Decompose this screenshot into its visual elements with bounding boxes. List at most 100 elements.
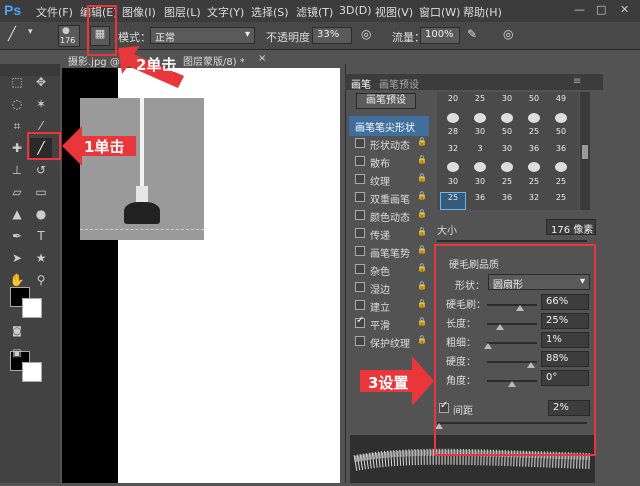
lock-icon[interactable]: 🔒: [417, 263, 427, 272]
lock-icon[interactable]: 🔒: [417, 227, 427, 236]
option-checkbox[interactable]: [355, 156, 365, 166]
screen-mode-icon[interactable]: ▣: [6, 344, 28, 364]
lock-icon[interactable]: 🔒: [417, 299, 427, 308]
option-checkbox[interactable]: [355, 192, 365, 202]
lock-icon[interactable]: 🔒: [417, 245, 427, 254]
menu-filter[interactable]: 滤镜(T): [296, 4, 333, 20]
magic-wand-icon[interactable]: ✶: [30, 94, 52, 114]
lock-icon[interactable]: 🔒: [417, 173, 427, 182]
brush-tip[interactable]: 28: [441, 127, 465, 143]
chevron-down-icon[interactable]: ▾: [28, 27, 33, 37]
brush-tip[interactable]: [468, 111, 492, 127]
brush-presets-button[interactable]: 画笔预设: [356, 93, 416, 109]
panel-menu-icon[interactable]: ≡: [573, 76, 581, 87]
brush-tip[interactable]: 36: [522, 144, 546, 160]
brush-tip[interactable]: 3: [468, 144, 492, 160]
brush-tip[interactable]: 30: [495, 94, 519, 110]
option-row[interactable]: 形状动态 🔒: [349, 134, 429, 154]
brush-tip[interactable]: [441, 160, 465, 176]
opacity-input[interactable]: 33%: [312, 27, 352, 44]
maximize-icon[interactable]: □: [596, 3, 606, 16]
option-checkbox[interactable]: [355, 174, 365, 184]
lock-icon[interactable]: 🔒: [417, 137, 427, 146]
option-row[interactable]: 颜色动态 🔒: [349, 206, 429, 226]
blur-tool-icon[interactable]: ▲: [6, 204, 28, 224]
mode-select[interactable]: 正常 ▾: [150, 27, 255, 44]
option-checkbox[interactable]: [355, 138, 365, 148]
brush-tip[interactable]: 25: [440, 192, 466, 210]
brush-tip[interactable]: 30: [441, 177, 465, 193]
minimize-icon[interactable]: —: [574, 3, 585, 16]
brush-tip[interactable]: 30: [495, 144, 519, 160]
lasso-tool-icon[interactable]: ◌: [6, 94, 28, 114]
option-row[interactable]: 保护纹理 🔒: [349, 332, 429, 352]
brush-tip[interactable]: [549, 160, 573, 176]
pressure-opacity-icon[interactable]: ◎: [361, 27, 371, 41]
option-checkbox[interactable]: [355, 210, 365, 220]
option-row[interactable]: 湿边 🔒: [349, 278, 429, 298]
quick-mask-icon[interactable]: ◙: [6, 322, 28, 342]
lock-icon[interactable]: 🔒: [417, 155, 427, 164]
option-row[interactable]: ✓ 平滑 🔒: [349, 314, 429, 334]
option-checkbox[interactable]: [355, 228, 365, 238]
brush-tool-icon[interactable]: ╱: [8, 27, 16, 42]
lock-icon[interactable]: 🔒: [417, 335, 427, 344]
option-checkbox[interactable]: [355, 300, 365, 310]
shape-tool-icon[interactable]: ★: [30, 248, 52, 268]
tab-brush-presets[interactable]: 画笔预设: [379, 76, 419, 91]
history-brush-icon[interactable]: ↺: [30, 160, 52, 180]
menu-help[interactable]: 帮助(H): [463, 4, 502, 20]
lock-icon[interactable]: 🔒: [417, 317, 427, 326]
size-input[interactable]: 176 像素: [546, 219, 596, 236]
brush-grid-scroll-thumb[interactable]: [582, 145, 588, 159]
brush-tip[interactable]: 25: [549, 177, 573, 193]
size-slider[interactable]: [437, 240, 587, 242]
brush-tip[interactable]: [549, 111, 573, 127]
menu-view[interactable]: 视图(V): [375, 4, 413, 20]
brush-tip[interactable]: 25: [522, 127, 546, 143]
brush-tip[interactable]: 50: [522, 94, 546, 110]
menu-type[interactable]: 文字(Y): [207, 4, 244, 20]
gradient-tool-icon[interactable]: ▭: [30, 182, 52, 202]
brush-tip[interactable]: 25: [495, 177, 519, 193]
type-tool-icon[interactable]: T: [30, 226, 52, 246]
option-checkbox[interactable]: [355, 246, 365, 256]
option-checkbox[interactable]: [355, 336, 365, 346]
brush-tip[interactable]: [441, 111, 465, 127]
brush-tip[interactable]: 25: [522, 177, 546, 193]
brush-tip[interactable]: [468, 160, 492, 176]
option-checkbox[interactable]: ✓: [355, 315, 365, 328]
brush-tip[interactable]: 20: [441, 94, 465, 110]
option-row[interactable]: 画笔笔势 🔒: [349, 242, 429, 262]
brush-tip[interactable]: 50: [549, 127, 573, 143]
option-row[interactable]: 散布 🔒: [349, 152, 429, 172]
menu-file[interactable]: 文件(F): [36, 4, 73, 20]
menu-select[interactable]: 选择(S): [251, 4, 289, 20]
option-row[interactable]: 纹理 🔒: [349, 170, 429, 190]
stamp-tool-icon[interactable]: ⊥: [6, 160, 28, 180]
brush-tip[interactable]: 32: [522, 193, 546, 209]
brush-tip[interactable]: 50: [495, 127, 519, 143]
option-row[interactable]: 建立 🔒: [349, 296, 429, 316]
healing-brush-icon[interactable]: ✚: [6, 138, 28, 158]
close-icon[interactable]: ✕: [620, 3, 629, 16]
brush-tip[interactable]: [522, 111, 546, 127]
option-checkbox[interactable]: [355, 282, 365, 292]
menu-3d[interactable]: 3D(D): [339, 4, 372, 17]
lock-icon[interactable]: 🔒: [417, 191, 427, 200]
brush-tip[interactable]: 36: [495, 193, 519, 209]
menu-window[interactable]: 窗口(W): [419, 4, 460, 20]
background-color-swatch[interactable]: [22, 362, 42, 382]
option-checkbox[interactable]: [355, 264, 365, 274]
menu-layer[interactable]: 图层(L): [164, 4, 201, 20]
crop-tool-icon[interactable]: ⌗: [6, 116, 28, 136]
brush-tip[interactable]: 49: [549, 94, 573, 110]
tab-brush[interactable]: 画笔: [351, 76, 371, 91]
brush-picker[interactable]: ● 176: [58, 25, 80, 47]
lock-icon[interactable]: 🔒: [417, 281, 427, 290]
option-row[interactable]: 杂色 🔒: [349, 260, 429, 280]
option-brush-tip-shape[interactable]: 画笔笔尖形状: [349, 116, 429, 136]
brush-tip[interactable]: 36: [468, 193, 492, 209]
option-row[interactable]: 双重画笔 🔒: [349, 188, 429, 208]
close-tab-icon[interactable]: ×: [258, 53, 266, 64]
